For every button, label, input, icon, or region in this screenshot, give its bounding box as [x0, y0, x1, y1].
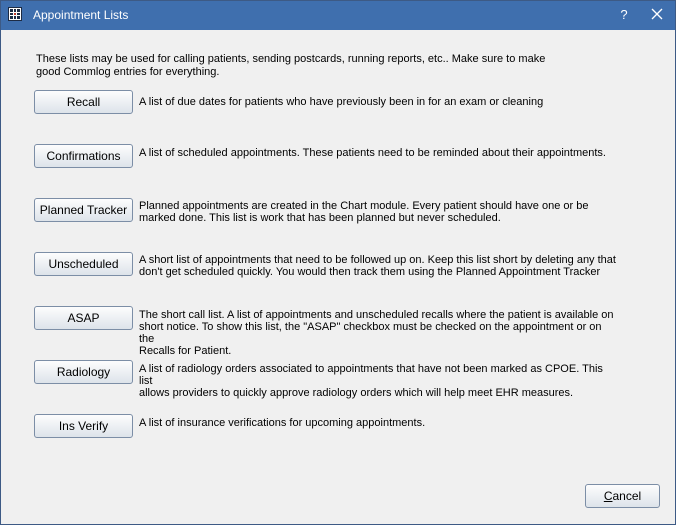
help-button[interactable]: ? [613, 6, 635, 24]
unscheduled-description: A short list of appointments that need t… [139, 254, 616, 278]
asap-description: The short call list. A list of appointme… [139, 309, 614, 357]
unscheduled-button[interactable]: Unscheduled [34, 252, 133, 276]
appointment-lists-dialog: Appointment Lists ? These lists may be u… [0, 0, 676, 525]
radiology-button[interactable]: Radiology [34, 360, 133, 384]
confirmations-description: A list of scheduled appointments. These … [139, 147, 606, 159]
recall-description: A list of due dates for patients who hav… [139, 96, 544, 108]
radiology-description: A list of radiology orders associated to… [139, 363, 603, 399]
title-bar[interactable]: Appointment Lists ? [1, 1, 675, 30]
recall-button[interactable]: Recall [34, 90, 133, 114]
cancel-label-rest: ancel [612, 489, 642, 503]
cancel-button[interactable]: Cancel [585, 484, 660, 508]
planned-tracker-button[interactable]: Planned Tracker [34, 198, 133, 222]
close-button[interactable] [645, 5, 669, 25]
window-title: Appointment Lists [33, 8, 129, 22]
ins-verify-button[interactable]: Ins Verify [34, 414, 133, 438]
ins-verify-description: A list of insurance verifications for up… [139, 417, 426, 429]
close-icon [651, 8, 663, 20]
planned-tracker-description: Planned appointments are created in the … [139, 200, 589, 224]
asap-button[interactable]: ASAP [34, 306, 133, 330]
confirmations-button[interactable]: Confirmations [34, 144, 133, 168]
app-grid-icon [8, 7, 22, 21]
intro-text: These lists may be used for calling pati… [36, 53, 546, 78]
